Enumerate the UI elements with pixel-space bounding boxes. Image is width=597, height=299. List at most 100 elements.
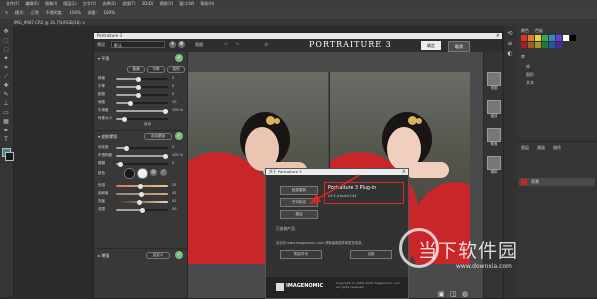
background-color-swatch[interactable] <box>5 152 14 161</box>
eyedropper-picker-icon[interactable]: ⟋ <box>160 169 167 176</box>
layer-row[interactable]: 背景 <box>519 178 595 186</box>
history-icon[interactable]: ⟲ <box>506 30 514 38</box>
marquee-tool-icon[interactable]: ⬚ <box>2 37 10 45</box>
add-preset-icon[interactable]: + <box>169 41 176 48</box>
text-tool-icon[interactable]: T <box>2 136 10 144</box>
enhance-custom-button[interactable]: 自定义 <box>146 252 170 259</box>
menu-file[interactable]: 文件(F) <box>6 0 19 7</box>
pen-tool-icon[interactable]: ✒ <box>2 127 10 135</box>
swatch-blue[interactable] <box>549 35 555 41</box>
trial-button[interactable]: 试用 <box>350 250 392 259</box>
skin-color-swatch-light[interactable] <box>137 168 148 179</box>
channels-tab[interactable]: 通道 <box>537 145 545 151</box>
lasso-tool-icon[interactable]: ◌ <box>2 46 10 54</box>
opacity-slider[interactable] <box>116 153 168 159</box>
swatch-purple[interactable] <box>556 35 562 41</box>
menu-help[interactable]: 帮助(H) <box>200 0 214 7</box>
assist-icon[interactable] <box>487 156 501 170</box>
auto-mask-button[interactable]: 自动蒙版 <box>144 133 172 140</box>
undo-icon[interactable]: ↶ <box>224 42 228 48</box>
overlay-icon[interactable] <box>487 128 501 142</box>
color-tab[interactable]: 颜色 <box>521 28 529 34</box>
threshold-slider[interactable] <box>116 100 168 106</box>
swatch-yellow[interactable] <box>535 35 541 41</box>
move-tool-icon[interactable]: ✥ <box>2 28 10 36</box>
mask-toggle[interactable]: ✓ <box>175 132 183 140</box>
paths-tab[interactable]: 路径 <box>553 145 561 151</box>
mode-select[interactable]: 正常 <box>31 7 39 19</box>
redo-icon[interactable]: ↷ <box>235 42 239 48</box>
swatch-black[interactable] <box>570 35 576 41</box>
hue-slider[interactable] <box>116 183 168 189</box>
color-picker-icon[interactable]: ◎ <box>150 169 157 176</box>
enhance-toggle[interactable]: ✓ <box>175 251 183 259</box>
healing-brush-icon[interactable]: ✚ <box>2 82 10 90</box>
smooth-section-title[interactable]: ▾ 平滑 <box>98 56 109 62</box>
menu-window[interactable]: 窗口(W) <box>179 0 194 7</box>
mask-section-title[interactable]: ▾ 皮肤蒙版 <box>98 134 117 140</box>
fine-slider[interactable] <box>116 76 168 82</box>
adjustments-icon[interactable]: ◐ <box>506 50 514 58</box>
menu-layer[interactable]: 图层(L) <box>63 0 76 7</box>
coarse-slider[interactable] <box>116 92 168 98</box>
portrait-size-slider[interactable] <box>116 116 168 122</box>
menu-image[interactable]: 图像(I) <box>45 0 57 7</box>
menu-edit[interactable]: 编辑(E) <box>25 0 39 7</box>
libraries-tab[interactable]: 库 <box>521 54 525 60</box>
view-mode-icon[interactable] <box>487 72 501 86</box>
crop-tool-icon[interactable]: ⌗ <box>2 64 10 72</box>
smooth-toggle[interactable]: ✓ <box>175 54 183 62</box>
activate-button[interactable]: 激活 <box>280 210 318 219</box>
brush-icon[interactable]: ✎ <box>5 7 8 19</box>
smooth-strong-button[interactable]: 强烈 <box>167 66 185 73</box>
document-tab[interactable]: IMG_9987.CR2 @ 16.7%(RGB/16) × <box>14 20 85 25</box>
swatch-darkgreen[interactable] <box>542 42 548 48</box>
blur-slider[interactable] <box>116 161 168 167</box>
smooth-normal-button[interactable]: 普通 <box>127 66 145 73</box>
swatch-indigo[interactable] <box>556 42 562 48</box>
skin-color-swatch-dark[interactable] <box>124 168 135 179</box>
menu-type[interactable]: 文字(Y) <box>83 0 97 7</box>
swatch-white[interactable] <box>563 35 569 41</box>
luminance-slider[interactable] <box>116 199 168 205</box>
menu-filter[interactable]: 滤镜(T) <box>122 0 136 7</box>
swatch-orange[interactable] <box>528 35 534 41</box>
swatch-darkblue[interactable] <box>549 42 555 48</box>
flow-value[interactable]: 100% <box>103 7 114 19</box>
opacity-value[interactable]: 100% <box>69 7 80 19</box>
library-item[interactable]: 库 <box>526 64 530 70</box>
swatch-brown[interactable] <box>528 42 534 48</box>
gradient-tool-icon[interactable]: ▦ <box>2 118 10 126</box>
eyedropper-icon[interactable]: ⟋ <box>2 73 10 81</box>
smooth-medium-button[interactable]: 中等 <box>147 66 165 73</box>
swatch-olive[interactable] <box>535 42 541 48</box>
quick-select-icon[interactable]: ✦ <box>2 55 10 63</box>
layers-tab[interactable]: 图层 <box>521 145 529 151</box>
cancel-button[interactable]: 取消 <box>448 41 470 52</box>
swatch-darkred[interactable] <box>521 42 527 48</box>
menu-view[interactable]: 视图(V) <box>159 0 173 7</box>
brush-tool-icon[interactable]: ✎ <box>2 91 10 99</box>
preset-select[interactable]: 默认 <box>111 41 165 48</box>
latitude-slider[interactable] <box>116 207 168 213</box>
enhance-section-title[interactable]: ▸ 增强 <box>98 253 109 259</box>
eraser-tool-icon[interactable]: ▭ <box>2 109 10 117</box>
zoom-mode-icon[interactable] <box>487 100 501 114</box>
feather-slider[interactable] <box>116 145 168 151</box>
menu-select[interactable]: 选择(S) <box>102 0 116 7</box>
swatches-tab[interactable]: 色板 <box>535 28 543 34</box>
menu-3d[interactable]: 3D(D) <box>142 0 154 7</box>
about-close-icon[interactable]: × <box>402 169 406 175</box>
settings-gear-icon[interactable]: ⚙ <box>178 41 185 48</box>
smoothness-slider[interactable] <box>116 108 168 114</box>
library-item[interactable]: 文本 <box>526 80 534 86</box>
stamp-tool-icon[interactable]: ⊥ <box>2 100 10 108</box>
library-item[interactable]: 图形 <box>526 72 534 78</box>
medium-slider[interactable] <box>116 84 168 90</box>
buy-license-button[interactable]: 购买许可 <box>280 250 322 259</box>
properties-icon[interactable]: ≡ <box>506 40 514 48</box>
swatch-red[interactable] <box>521 35 527 41</box>
ok-button[interactable]: 确定 <box>421 41 441 50</box>
zoom-icon[interactable]: ⊕ <box>264 42 268 48</box>
swatch-green[interactable] <box>542 35 548 41</box>
